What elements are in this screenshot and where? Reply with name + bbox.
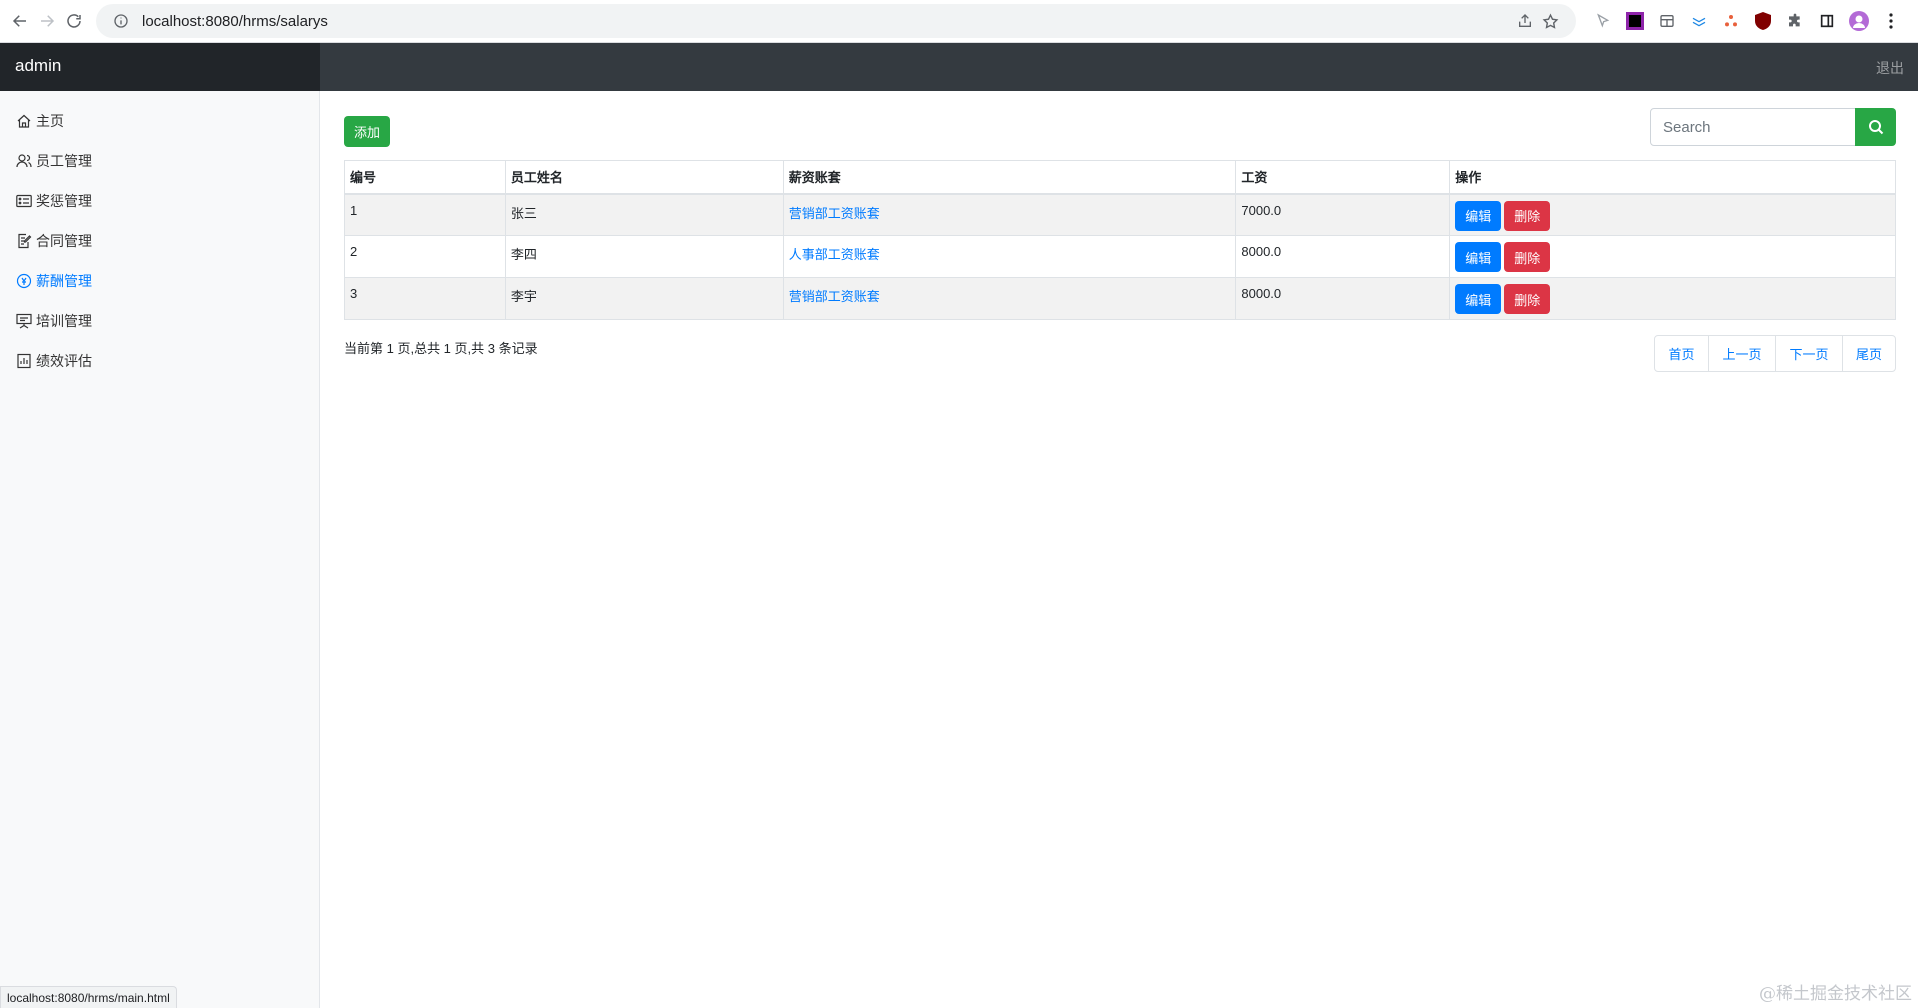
delete-button[interactable]: 删除 <box>1504 242 1551 272</box>
pagination: 首页 上一页 下一页 尾页 <box>1654 335 1896 372</box>
jetbrains-extension-icon[interactable] <box>1622 8 1648 34</box>
add-button[interactable]: 添加 <box>344 116 390 147</box>
info-icon[interactable] <box>108 8 134 34</box>
account-link[interactable]: 营销部工资账套 <box>789 289 880 304</box>
account-link[interactable]: 人事部工资账套 <box>789 247 880 262</box>
search-input[interactable] <box>1650 108 1856 146</box>
sidebar-item-home[interactable]: 主页 <box>0 101 319 141</box>
table-row: 2 李四 人事部工资账套 8000.0 编辑 删除 <box>344 235 1896 278</box>
window-extension-icon[interactable] <box>1654 8 1680 34</box>
cell-actions: 编辑 删除 <box>1449 277 1896 320</box>
home-icon <box>17 114 31 128</box>
puzzle-extensions-icon[interactable] <box>1782 8 1808 34</box>
sidebar-item-label: 主页 <box>36 113 64 129</box>
search-button[interactable] <box>1855 108 1896 146</box>
share-icon[interactable] <box>1512 8 1538 34</box>
watermark: @稀土掘金技术社区 <box>1759 984 1912 1004</box>
cell-id: 3 <box>344 277 506 320</box>
salary-table: 编号 员工姓名 薪资账套 工资 操作 1 张三 营销部工资账套 7000.0 编… <box>344 160 1896 320</box>
sidebar-item-training[interactable]: 培训管理 <box>0 301 319 341</box>
sidebar-item-label: 奖惩管理 <box>36 193 92 209</box>
delete-button[interactable]: 删除 <box>1504 200 1551 231</box>
address-bar[interactable]: localhost:8080/hrms/salarys <box>95 4 1576 38</box>
status-bar: localhost:8080/hrms/main.html <box>0 986 177 1008</box>
sidebar-item-label: 绩效评估 <box>36 353 92 369</box>
easel-icon <box>16 313 32 329</box>
ublock-extension-icon[interactable] <box>1750 8 1776 34</box>
cell-name: 李宇 <box>504 277 784 320</box>
sidebar-item-label: 合同管理 <box>36 233 92 249</box>
sidebar-item-salary[interactable]: 薪酬管理 <box>0 261 319 301</box>
sidebar-item-label: 培训管理 <box>36 313 92 329</box>
table-row: 3 李宇 营销部工资账套 8000.0 编辑 删除 <box>344 277 1896 320</box>
sidebar-item-performance[interactable]: 绩效评估 <box>0 341 319 381</box>
next-page-link[interactable]: 下一页 <box>1775 336 1842 371</box>
card-list-icon <box>16 194 32 208</box>
column-header-account: 薪资账套 <box>782 160 1237 195</box>
edit-button[interactable]: 编辑 <box>1455 242 1502 272</box>
cell-salary: 7000.0 <box>1235 193 1451 236</box>
brand-title[interactable]: admin <box>0 43 320 91</box>
column-header-name: 员工姓名 <box>504 160 784 195</box>
cell-salary: 8000.0 <box>1235 235 1451 278</box>
cell-account: 营销部工资账套 <box>782 193 1237 236</box>
prev-page-link[interactable]: 上一页 <box>1708 336 1775 371</box>
table-row: 1 张三 营销部工资账套 7000.0 编辑 删除 <box>344 193 1896 236</box>
cell-account: 营销部工资账套 <box>782 277 1237 320</box>
chrome-menu-icon[interactable] <box>1878 8 1904 34</box>
side-panel-icon[interactable] <box>1814 8 1840 34</box>
last-page-link[interactable]: 尾页 <box>1842 336 1895 371</box>
profile-avatar[interactable] <box>1846 8 1872 34</box>
sidebar-item-employees[interactable]: 员工管理 <box>0 141 319 181</box>
cell-actions: 编辑 删除 <box>1449 235 1896 278</box>
layers-extension-icon[interactable] <box>1686 8 1712 34</box>
cell-id: 1 <box>344 193 506 236</box>
account-link[interactable]: 营销部工资账套 <box>789 206 880 221</box>
cell-account: 人事部工资账套 <box>782 235 1237 278</box>
coin-icon <box>16 273 32 289</box>
cell-id: 2 <box>344 235 506 278</box>
sidebar: 主页 员工管理 奖惩管理 合同管理 薪酬管理 培训管理 绩效评估 <box>0 91 320 1008</box>
cell-salary: 8000.0 <box>1235 277 1451 320</box>
cell-name: 李四 <box>504 235 784 278</box>
search-icon <box>1868 120 1883 135</box>
cursor-extension-icon[interactable] <box>1590 8 1616 34</box>
delete-button[interactable]: 删除 <box>1504 284 1551 314</box>
document-edit-icon <box>18 233 32 249</box>
browser-toolbar: localhost:8080/hrms/salarys <box>0 0 1918 43</box>
forward-icon[interactable] <box>35 7 58 35</box>
sidebar-item-label: 薪酬管理 <box>36 273 92 289</box>
cell-actions: 编辑 删除 <box>1449 193 1896 236</box>
column-header-salary: 工资 <box>1235 160 1451 195</box>
pagination-info: 当前第 1 页,总共 1 页,共 3 条记录 <box>344 341 538 356</box>
bookmark-star-icon[interactable] <box>1538 8 1564 34</box>
app-navbar: admin 退出 <box>0 43 1918 91</box>
logout-link[interactable]: 退出 <box>1876 58 1904 78</box>
column-header-id: 编号 <box>344 160 506 195</box>
cell-name: 张三 <box>504 193 784 236</box>
clipboard-data-icon <box>17 353 31 369</box>
reload-icon[interactable] <box>63 7 86 35</box>
edit-button[interactable]: 编辑 <box>1455 200 1502 231</box>
url-text[interactable]: localhost:8080/hrms/salarys <box>142 13 1512 30</box>
tree-extension-icon[interactable] <box>1718 8 1744 34</box>
table-header-row: 编号 员工姓名 薪资账套 工资 操作 <box>344 160 1896 195</box>
first-page-link[interactable]: 首页 <box>1655 336 1708 371</box>
column-header-actions: 操作 <box>1449 160 1896 195</box>
sidebar-item-rewards[interactable]: 奖惩管理 <box>0 181 319 221</box>
people-icon <box>16 154 32 168</box>
back-icon[interactable] <box>8 7 31 35</box>
edit-button[interactable]: 编辑 <box>1455 284 1502 314</box>
sidebar-item-label: 员工管理 <box>36 153 92 169</box>
sidebar-item-contracts[interactable]: 合同管理 <box>0 221 319 261</box>
